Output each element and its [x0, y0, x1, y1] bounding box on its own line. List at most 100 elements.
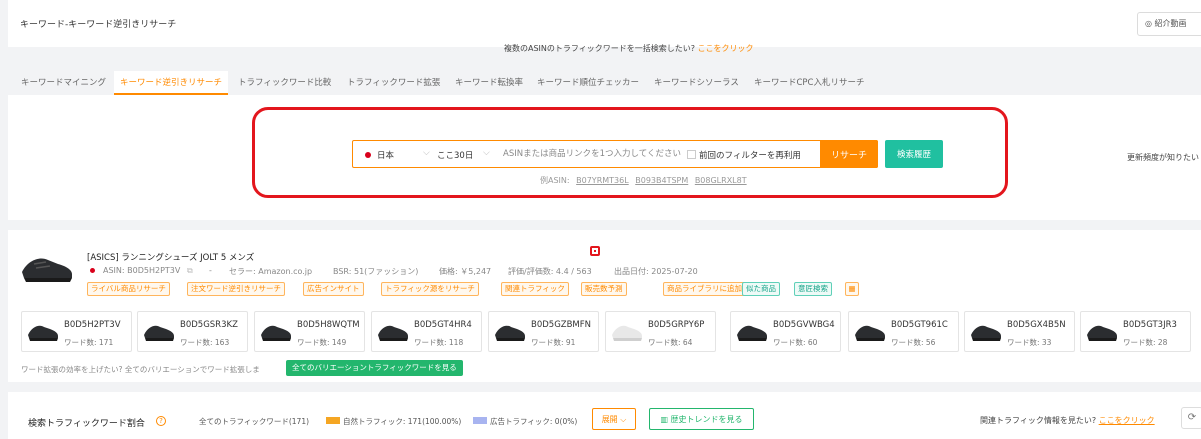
variation-asin: B0D5GT4HR4	[414, 320, 472, 330]
tag-competitor-research[interactable]: ライバル商品リサーチ	[87, 282, 170, 296]
variation-card[interactable]: B0D5GT4HR4 ワード数: 118	[371, 311, 482, 352]
variation-card[interactable]: B0D5GSR3KZ ワード数: 163	[137, 311, 248, 352]
japan-flag-icon	[365, 152, 371, 158]
tab-thesaurus[interactable]: キーワードシソーラス	[654, 76, 739, 88]
tag-order-word-lookup[interactable]: 注文ワード逆引きリサーチ	[187, 282, 285, 296]
variation-card[interactable]: B0D5GT3JR3 ワード数: 28	[1080, 311, 1191, 352]
period-select[interactable]: ここ30日	[437, 149, 473, 161]
variation-word-count: ワード数: 171	[64, 338, 114, 347]
expand-hint: ワード拡張の効率を上げたい? 全てのバリエーションでワード拡張しま	[21, 365, 260, 374]
variation-card[interactable]: B0D5GZBMFN ワード数: 91	[488, 311, 599, 352]
tag-traffic-source[interactable]: トラフィック源をリサーチ	[381, 282, 479, 296]
variation-card[interactable]: B0D5GVWBG4 ワード数: 60	[730, 311, 841, 352]
tag-related-traffic[interactable]: 関連トラフィック	[501, 282, 569, 296]
tag-similar-products[interactable]: 似た商品	[742, 282, 780, 296]
variation-asin: B0D5GT3JR3	[1123, 320, 1177, 330]
product-title[interactable]: [ASICS] ランニングシューズ JOLT 5 メンズ	[87, 251, 254, 263]
example-asin[interactable]: B07YRMT36L	[576, 176, 629, 185]
example-asin[interactable]: B093B4TSPM	[635, 176, 688, 185]
chevron-down-icon[interactable]: ⌵	[423, 148, 430, 158]
related-traffic-link[interactable]: ここをクリック	[1099, 416, 1155, 425]
example-asin[interactable]: B08GLRXL8T	[695, 176, 747, 185]
help-icon[interactable]: ?	[156, 416, 166, 426]
copy-icon[interactable]: ⧉	[187, 266, 193, 276]
variation-thumbnail	[144, 325, 174, 341]
example-asins-label: 例ASIN:	[540, 176, 570, 185]
search-history-button[interactable]: 検索履歴	[885, 140, 943, 168]
variation-word-count: ワード数: 60	[773, 338, 818, 347]
search-button[interactable]: リサーチ	[820, 140, 878, 168]
reuse-filter-checkbox[interactable]	[687, 150, 696, 159]
tag-ad-insight[interactable]: 広告インサイト	[303, 282, 364, 296]
record-stop-icon[interactable]	[590, 246, 600, 256]
calculator-icon[interactable]: ▦	[845, 282, 859, 296]
tab-conversion-rate[interactable]: キーワード転換率	[455, 76, 523, 88]
history-trend-label: 歴史トレンドを見る	[670, 414, 743, 424]
variation-word-count: ワード数: 64	[648, 338, 693, 347]
variation-card[interactable]: B0D5GX4B5N ワード数: 33	[964, 311, 1075, 352]
example-asins: 例ASIN: B07YRMT36L B093B4TSPM B08GLRXL8T	[540, 175, 747, 186]
chevron-down-icon[interactable]: ⌵	[483, 148, 490, 158]
variation-thumbnail	[612, 325, 642, 341]
reuse-filter-label[interactable]: 前回のフィルターを再利用	[699, 149, 801, 161]
related-traffic-hint: 関連トラフィック情報を見たい? ここをクリック	[980, 415, 1155, 426]
update-frequency-note[interactable]: 更新頻度が知りたい	[1127, 152, 1199, 163]
country-select[interactable]: 日本	[377, 149, 394, 161]
bulk-search-link[interactable]: ここをクリック	[698, 44, 754, 53]
view-all-variations-button[interactable]: 全てのバリエーショントラフィックワードを見る	[286, 360, 463, 376]
variation-word-count: ワード数: 28	[1123, 338, 1168, 347]
page-header: キーワード-キーワード逆引きリサーチ	[8, 0, 1201, 47]
ads-traffic-swatch	[473, 417, 487, 424]
legend-all-traffic[interactable]: 全てのトラフィックワード(171)	[199, 416, 309, 427]
tab-traffic-compare[interactable]: トラフィックワード比較	[238, 76, 331, 88]
tag-design-search[interactable]: 意匠検索	[794, 282, 832, 296]
tab-bar: キーワードマイニング キーワード逆引きリサーチ トラフィックワード比較 トラフィ…	[8, 68, 1201, 95]
legend-ads-traffic[interactable]: 広告トラフィック: 0(0%)	[490, 416, 577, 427]
variation-thumbnail	[378, 325, 408, 341]
product-asin[interactable]: ASIN: B0D5H2PT3V	[103, 266, 180, 275]
variation-card[interactable]: B0D5GRPY6P ワード数: 64	[605, 311, 716, 352]
search-bar: 日本 ⌵ ここ30日 ⌵ 前回のフィルターを再利用	[352, 140, 878, 168]
chart-icon: ▥	[660, 414, 668, 424]
variation-word-count: ワード数: 56	[891, 338, 936, 347]
variation-card[interactable]: B0D5H2PT3V ワード数: 171	[21, 311, 132, 352]
variation-card[interactable]: B0D5H8WQTM ワード数: 149	[254, 311, 365, 352]
variation-word-count: ワード数: 149	[297, 338, 347, 347]
expand-button-label: 展開	[601, 414, 618, 424]
product-price: 価格: ￥5,247	[439, 267, 492, 276]
product-listed-date: 出品日付: 2025-07-20	[614, 267, 698, 276]
variation-asin: B0D5GVWBG4	[773, 320, 835, 330]
variation-thumbnail	[737, 325, 767, 341]
variation-asin: B0D5H2PT3V	[64, 320, 121, 330]
meta-separator: -	[209, 266, 212, 275]
bulk-search-hint-text: 複数のASINのトラフィックワードを一括検索したい?	[504, 44, 695, 53]
variation-thumbnail	[261, 325, 291, 341]
variation-asin: B0D5GX4B5N	[1007, 320, 1066, 330]
tab-traffic-expand[interactable]: トラフィックワード拡張	[347, 76, 440, 88]
variation-thumbnail	[971, 325, 1001, 341]
tab-reverse-lookup[interactable]: キーワード逆引きリサーチ	[114, 71, 229, 95]
expand-button[interactable]: 展開 ⌵	[592, 408, 636, 430]
product-seller: セラー: Amazon.co.jp	[229, 267, 313, 276]
refresh-icon[interactable]: ⟳	[1181, 407, 1201, 429]
variation-word-count: ワード数: 91	[531, 338, 576, 347]
variation-word-count: ワード数: 163	[180, 338, 230, 347]
variation-asin: B0D5GSR3KZ	[180, 320, 238, 330]
asin-search-input[interactable]	[503, 145, 699, 163]
referral-video-button[interactable]: ◎ 紹介動画	[1137, 12, 1201, 36]
page-title: キーワード-キーワード逆引きリサーチ	[20, 20, 177, 30]
product-bsr: BSR: 51(ファッション)	[333, 267, 419, 276]
tab-keyword-mining[interactable]: キーワードマイニング	[21, 76, 106, 88]
product-image	[22, 258, 72, 282]
tab-rank-checker[interactable]: キーワード順位チェッカー	[537, 76, 639, 88]
legend-natural-traffic[interactable]: 自然トラフィック: 171(100.00%)	[343, 416, 461, 427]
variation-thumbnail	[28, 325, 58, 341]
related-traffic-text: 関連トラフィック情報を見たい?	[980, 416, 1097, 425]
history-trend-button[interactable]: ▥ 歴史トレンドを見る	[649, 408, 754, 430]
bulk-search-hint: 複数のASINのトラフィックワードを一括検索したい? ここをクリック	[504, 43, 754, 54]
tag-add-library[interactable]: 商品ライブラリに追加	[663, 282, 746, 296]
tag-sales-forecast[interactable]: 販売数予測	[581, 282, 627, 296]
tab-cpc-bid[interactable]: キーワードCPC入札リサーチ	[754, 76, 865, 88]
variation-asin: B0D5GT961C	[891, 320, 948, 330]
variation-card[interactable]: B0D5GT961C ワード数: 56	[848, 311, 959, 352]
